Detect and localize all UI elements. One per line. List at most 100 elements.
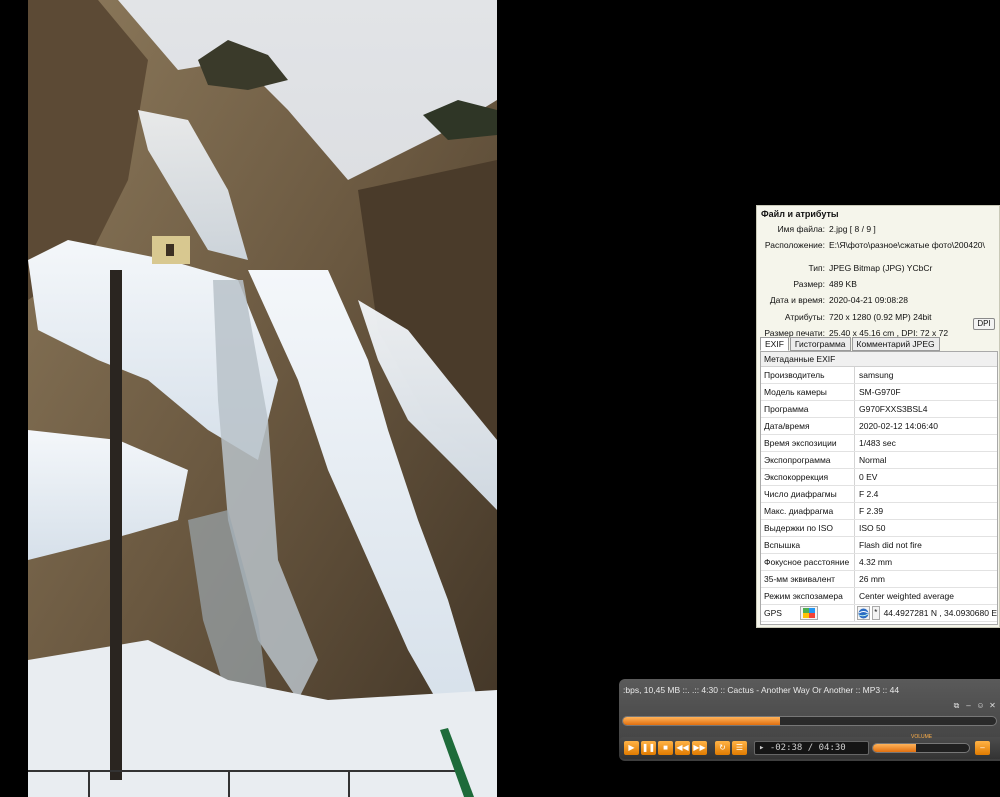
dpi-button[interactable]: DPI <box>973 318 995 330</box>
exif-row: Выдержки по ISO ISO 50 <box>761 520 997 537</box>
tab-jpeg-comment[interactable]: Комментарий JPEG <box>851 337 940 351</box>
photo-view[interactable] <box>28 0 497 797</box>
exif-value: F 2.4 <box>859 489 879 499</box>
pause-icon[interactable]: ❚❚ <box>641 741 656 755</box>
seek-bar-fill <box>623 717 780 725</box>
attr-row-size: Размер: 489 KB <box>757 276 999 292</box>
attr-key: Имя файла: <box>777 224 825 235</box>
exif-value: ISO 50 <box>859 523 886 533</box>
tab-histogram[interactable]: Гистограмма <box>789 337 851 351</box>
exif-value: Center weighted average <box>859 591 954 601</box>
map-icon[interactable] <box>799 606 818 620</box>
exif-row: 35-мм эквивалент 26 mm <box>761 571 997 588</box>
file-attributes-list: Имя файла: 2.jpg [ 8 / 9 ] Расположение:… <box>757 221 999 341</box>
exif-value: 26 mm <box>859 574 885 584</box>
file-attributes-title: Файл и атрибуты <box>761 209 839 219</box>
media-player: :bps, 10,45 MB ::. .:: 4:30 :: Cactus - … <box>619 679 1000 761</box>
info-tabs: EXIF Гистограмма Комментарий JPEG <box>760 337 941 351</box>
exif-value: Flash did not fire <box>859 540 922 550</box>
exif-value: SM-G970F <box>859 387 901 397</box>
repeat-icon[interactable]: ↻ <box>715 741 730 755</box>
exif-key: Производитель <box>761 367 855 383</box>
exif-key: GPS <box>761 605 855 621</box>
exif-row: Производитель samsung <box>761 367 997 384</box>
exif-row: Режим экспозамера Center weighted average <box>761 588 997 605</box>
playlist-icon[interactable]: ☰ <box>732 741 747 755</box>
exif-row-gps: GPS * 44.4927281 N , 34.0930680 E <box>761 605 997 622</box>
tab-exif[interactable]: EXIF <box>760 337 789 351</box>
exif-row: Программа G970FXXS3BSL4 <box>761 401 997 418</box>
attr-value: 489 KB <box>829 279 857 290</box>
exif-table[interactable]: Метаданные EXIF Производитель samsung Моде… <box>760 351 998 625</box>
attr-key: Тип: <box>808 262 825 273</box>
eject-icon[interactable]: – <box>975 741 990 755</box>
stop-icon[interactable]: ■ <box>658 741 673 755</box>
exif-value: 4.32 mm <box>859 557 893 567</box>
minimize-icon[interactable]: – <box>964 701 973 710</box>
exif-value: F 2.39 <box>859 506 884 516</box>
gps-coordinates: 44.4927281 N , 34.0930680 E <box>883 608 997 618</box>
exif-value: * 44.4927281 N , 34.0930680 E <box>855 605 997 621</box>
exif-key: Модель камеры <box>761 384 855 400</box>
file-info-panel: Файл и атрибуты Имя файла: 2.jpg [ 8 / 9… <box>756 205 1000 628</box>
gps-icons <box>798 606 818 620</box>
attr-row-filename: Имя файла: 2.jpg [ 8 / 9 ] <box>757 221 999 237</box>
exif-value: Normal <box>859 455 887 465</box>
play-icon[interactable]: ▶ <box>624 741 639 755</box>
star-icon[interactable]: * <box>872 606 880 620</box>
restore-icon[interactable]: ⧉ <box>952 701 961 710</box>
player-controls: ▶ ❚❚ ■ ◀◀ ▶▶ ↻ ☰ ▸ -02:38 / 04:30 VOLUME… <box>619 734 1000 759</box>
exif-value: samsung <box>859 370 894 380</box>
exif-value: 2020-02-12 14:06:40 <box>859 421 938 431</box>
exif-value: 0 EV <box>859 472 878 482</box>
exif-key: Фокусное расстояние <box>761 554 855 570</box>
close-icon[interactable]: ✕ <box>988 701 997 710</box>
exif-row: Экспопрограмма Normal <box>761 452 997 469</box>
exif-value: 1/483 sec <box>859 438 896 448</box>
exif-row: Экспокоррекция 0 EV <box>761 469 997 486</box>
exif-value: G970FXXS3BSL4 <box>859 404 928 414</box>
exif-key: Программа <box>761 401 855 417</box>
exif-key: Макс. диафрагма <box>761 503 855 519</box>
attr-value: 2020-04-21 09:08:28 <box>829 295 908 306</box>
attr-key: Атрибуты: <box>784 311 825 322</box>
exif-key: Экспокоррекция <box>761 469 855 485</box>
volume-slider[interactable] <box>872 743 970 753</box>
exif-key: Дата/время <box>761 418 855 434</box>
exif-row: Фокусное расстояние 4.32 mm <box>761 554 997 571</box>
waterfall-photo <box>28 0 497 797</box>
attr-row-type: Тип: JPEG Bitmap (JPG) YCbCr <box>757 260 999 276</box>
exif-key: Число диафрагмы <box>761 486 855 502</box>
volume-label: VOLUME <box>911 734 933 740</box>
exif-header: Метаданные EXIF <box>761 352 997 367</box>
track-ticker: :bps, 10,45 MB ::. .:: 4:30 :: Cactus - … <box>623 685 900 695</box>
exif-key: Выдержки по ISO <box>761 520 855 536</box>
exif-key: Экспопрограмма <box>761 452 855 468</box>
gps-label: GPS <box>764 608 782 618</box>
time-display[interactable]: ▸ -02:38 / 04:30 <box>754 741 869 755</box>
globe-icon[interactable] <box>857 606 870 620</box>
attr-key: Размер: <box>793 279 825 290</box>
player-window-buttons: ⧉ – ☺ ✕ <box>952 701 997 710</box>
exif-key: Режим экспозамера <box>761 588 855 604</box>
exif-row: Число диафрагмы F 2.4 <box>761 486 997 503</box>
exif-row: Макс. диафрагма F 2.39 <box>761 503 997 520</box>
attr-row-location: Расположение: E:\Я\фото\разное\сжатые фо… <box>757 237 999 253</box>
attr-value: E:\Я\фото\разное\сжатые фото\200420\ <box>829 240 985 251</box>
exif-key: Время экспозиции <box>761 435 855 451</box>
exif-key: 35-мм эквивалент <box>761 571 855 587</box>
exif-row: Дата/время 2020-02-12 14:06:40 <box>761 418 997 435</box>
attr-value: 2.jpg [ 8 / 9 ] <box>829 224 876 235</box>
exif-row: Время экспозиции 1/483 sec <box>761 435 997 452</box>
skin-icon[interactable]: ☺ <box>976 701 985 710</box>
seek-bar[interactable] <box>622 716 997 726</box>
previous-icon[interactable]: ◀◀ <box>675 741 690 755</box>
attr-value: JPEG Bitmap (JPG) YCbCr <box>829 262 933 273</box>
next-icon[interactable]: ▶▶ <box>692 741 707 755</box>
exif-row: Вспышка Flash did not fire <box>761 537 997 554</box>
volume-fill <box>873 744 917 752</box>
exif-key: Вспышка <box>761 537 855 553</box>
exif-rows: Производитель samsung Модель камеры SM-G970… <box>761 367 997 605</box>
attr-key: Дата и время: <box>769 295 825 306</box>
attr-row-attributes: Атрибуты: 720 x 1280 (0.92 MP) 24bit <box>757 308 999 324</box>
